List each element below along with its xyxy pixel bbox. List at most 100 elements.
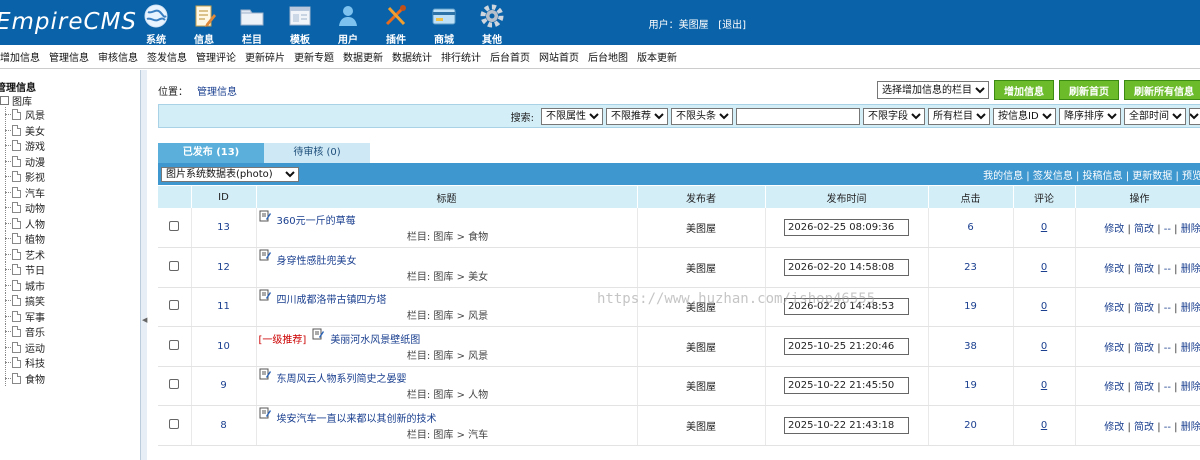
row-time[interactable]: 2026-02-20 14:58:08 <box>784 258 909 276</box>
quick-edit-link[interactable]: 简改 <box>1134 382 1154 393</box>
row-id-link[interactable]: 13 <box>217 222 230 233</box>
menu-site-home[interactable]: 网站首页 <box>535 49 588 64</box>
tree-item[interactable]: 人物 <box>0 215 45 232</box>
tree-item[interactable]: 军事 <box>0 308 45 325</box>
row-time[interactable]: 2025-10-22 21:43:18 <box>784 416 909 434</box>
row-title-link[interactable]: 四川成都洛带古镇四方塔 <box>277 291 387 306</box>
tree-item[interactable]: 科技 <box>0 355 45 371</box>
tree-item[interactable]: 搞笑 <box>0 293 45 309</box>
list-links[interactable]: 我的信息 | 签发信息 | 投稿信息 | 更新数据 | 预览 <box>983 167 1200 182</box>
tree-item[interactable]: 运动 <box>0 339 45 356</box>
topnav-other[interactable]: 其他 <box>468 0 516 46</box>
delete-link[interactable]: 删除 <box>1181 224 1200 235</box>
headline-filter[interactable]: 不限头条 <box>671 107 733 125</box>
edit-link[interactable]: 修改 <box>1104 264 1124 275</box>
tree-root[interactable]: 图库 <box>0 93 32 108</box>
tree-item[interactable]: 游戏 <box>0 138 45 154</box>
field-filter[interactable]: 不限字段 <box>863 107 925 125</box>
menu-version-update[interactable]: 版本更新 <box>633 49 686 64</box>
tab-published[interactable]: 已发布 (13) <box>158 143 264 163</box>
quick-edit-link[interactable]: 简改 <box>1134 264 1154 275</box>
quick-edit-link[interactable]: 简改 <box>1134 303 1154 314</box>
menu-add-info[interactable]: 增加信息 <box>0 49 49 64</box>
menu-rank-stats[interactable]: 排行统计 <box>437 49 490 64</box>
column-select[interactable]: 选择增加信息的栏目 <box>877 81 989 99</box>
row-checkbox[interactable] <box>169 221 180 231</box>
menu-data-stats[interactable]: 数据统计 <box>388 49 441 64</box>
edit-link[interactable]: 修改 <box>1104 422 1124 433</box>
search-button[interactable]: 搜 <box>1189 107 1200 125</box>
row-title-link[interactable]: 东周风云人物系列简史之晏婴 <box>277 370 407 385</box>
row-comments-link[interactable]: 0 <box>1041 380 1047 391</box>
search-keyword-input[interactable] <box>736 107 860 125</box>
delete-link[interactable]: 删除 <box>1181 303 1200 314</box>
row-checkbox[interactable] <box>169 379 180 390</box>
row-time[interactable]: 2026-02-20 14:48:53 <box>784 298 909 316</box>
menu-update-fragments[interactable]: 更新碎片 <box>241 49 294 64</box>
topnav-info[interactable]: 信息 <box>180 0 228 46</box>
tree-item[interactable]: 影视 <box>0 169 45 185</box>
row-comments-link[interactable]: 0 <box>1041 341 1047 352</box>
recommend-filter[interactable]: 不限推荐 <box>606 107 668 125</box>
tree-item[interactable]: 美女 <box>0 122 45 139</box>
row-title-link[interactable]: 360元一斤的草莓 <box>277 212 356 227</box>
row-comments-link[interactable]: 0 <box>1041 262 1047 273</box>
topnav-column[interactable]: 栏目 <box>228 0 276 46</box>
refresh-all-button[interactable]: 刷新所有信息 <box>1124 80 1200 100</box>
order-by-select[interactable]: 按信息ID <box>993 107 1056 125</box>
edit-link[interactable]: 修改 <box>1104 303 1124 314</box>
refresh-home-button[interactable]: 刷新首页 <box>1059 80 1119 100</box>
logout-link[interactable]: [退出] <box>718 20 746 31</box>
quick-edit-link[interactable]: 简改 <box>1134 224 1154 235</box>
topnav-user[interactable]: 用户 <box>324 0 372 46</box>
edit-link[interactable]: 修改 <box>1104 343 1124 354</box>
delete-link[interactable]: 删除 <box>1181 264 1200 275</box>
dash-link[interactable]: -- <box>1164 264 1171 275</box>
dash-link[interactable]: -- <box>1164 382 1171 393</box>
tree-item[interactable]: 节日 <box>0 262 45 278</box>
data-table-select[interactable]: 图片系统数据表(photo) <box>161 166 299 182</box>
edit-link[interactable]: 修改 <box>1104 224 1124 235</box>
edit-link[interactable]: 修改 <box>1104 382 1124 393</box>
row-id-link[interactable]: 11 <box>217 301 230 312</box>
delete-link[interactable]: 删除 <box>1181 343 1200 354</box>
row-id-link[interactable]: 12 <box>217 262 230 273</box>
topnav-plugin[interactable]: 插件 <box>372 0 420 46</box>
row-comments-link[interactable]: 0 <box>1041 420 1047 431</box>
tab-pending[interactable]: 待审核 (0) <box>264 143 370 163</box>
dash-link[interactable]: -- <box>1164 303 1171 314</box>
row-checkbox[interactable] <box>169 300 180 311</box>
topnav-shop[interactable]: 商城 <box>420 0 468 46</box>
tree-item[interactable]: 动物 <box>0 200 45 216</box>
row-title-link[interactable]: 美丽河水风景壁纸图 <box>330 331 420 346</box>
row-title-link[interactable]: 埃安汽车一直以来都以其创新的技术 <box>277 410 437 425</box>
row-id-link[interactable]: 10 <box>217 341 230 352</box>
row-time[interactable]: 2025-10-25 21:20:46 <box>784 337 909 355</box>
sort-direction-select[interactable]: 降序排序 <box>1059 107 1121 125</box>
quick-edit-link[interactable]: 简改 <box>1134 343 1154 354</box>
location-link[interactable]: 管理信息 <box>197 87 237 98</box>
tree-item[interactable]: 城市 <box>0 277 45 294</box>
dash-link[interactable]: -- <box>1164 224 1171 235</box>
dash-link[interactable]: -- <box>1164 422 1171 433</box>
menu-manage-comments[interactable]: 管理评论 <box>192 49 245 64</box>
row-title-link[interactable]: 身穿性感肚兜美女 <box>277 252 357 267</box>
quick-edit-link[interactable]: 简改 <box>1134 422 1154 433</box>
row-time[interactable]: 2026-02-25 08:09:36 <box>784 219 909 236</box>
menu-review-info[interactable]: 审核信息 <box>94 49 147 64</box>
attribute-filter[interactable]: 不限属性 <box>541 107 603 125</box>
tree-item[interactable]: 植物 <box>0 231 45 247</box>
time-filter[interactable]: 全部时间 <box>1124 107 1186 125</box>
tree-item[interactable]: 音乐 <box>0 324 45 340</box>
row-checkbox[interactable] <box>169 260 180 271</box>
row-comments-link[interactable]: 0 <box>1041 222 1047 233</box>
delete-link[interactable]: 删除 <box>1181 422 1200 433</box>
tree-item[interactable]: 风景 <box>0 107 45 123</box>
topnav-system[interactable]: 系统 <box>132 0 180 46</box>
row-id-link[interactable]: 9 <box>220 380 226 391</box>
topnav-template[interactable]: 模板 <box>276 0 324 46</box>
row-checkbox[interactable] <box>169 418 180 429</box>
menu-admin-home[interactable]: 后台首页 <box>486 49 539 64</box>
tree-item[interactable]: 动漫 <box>0 153 45 170</box>
tree-item[interactable]: 汽车 <box>0 184 45 201</box>
